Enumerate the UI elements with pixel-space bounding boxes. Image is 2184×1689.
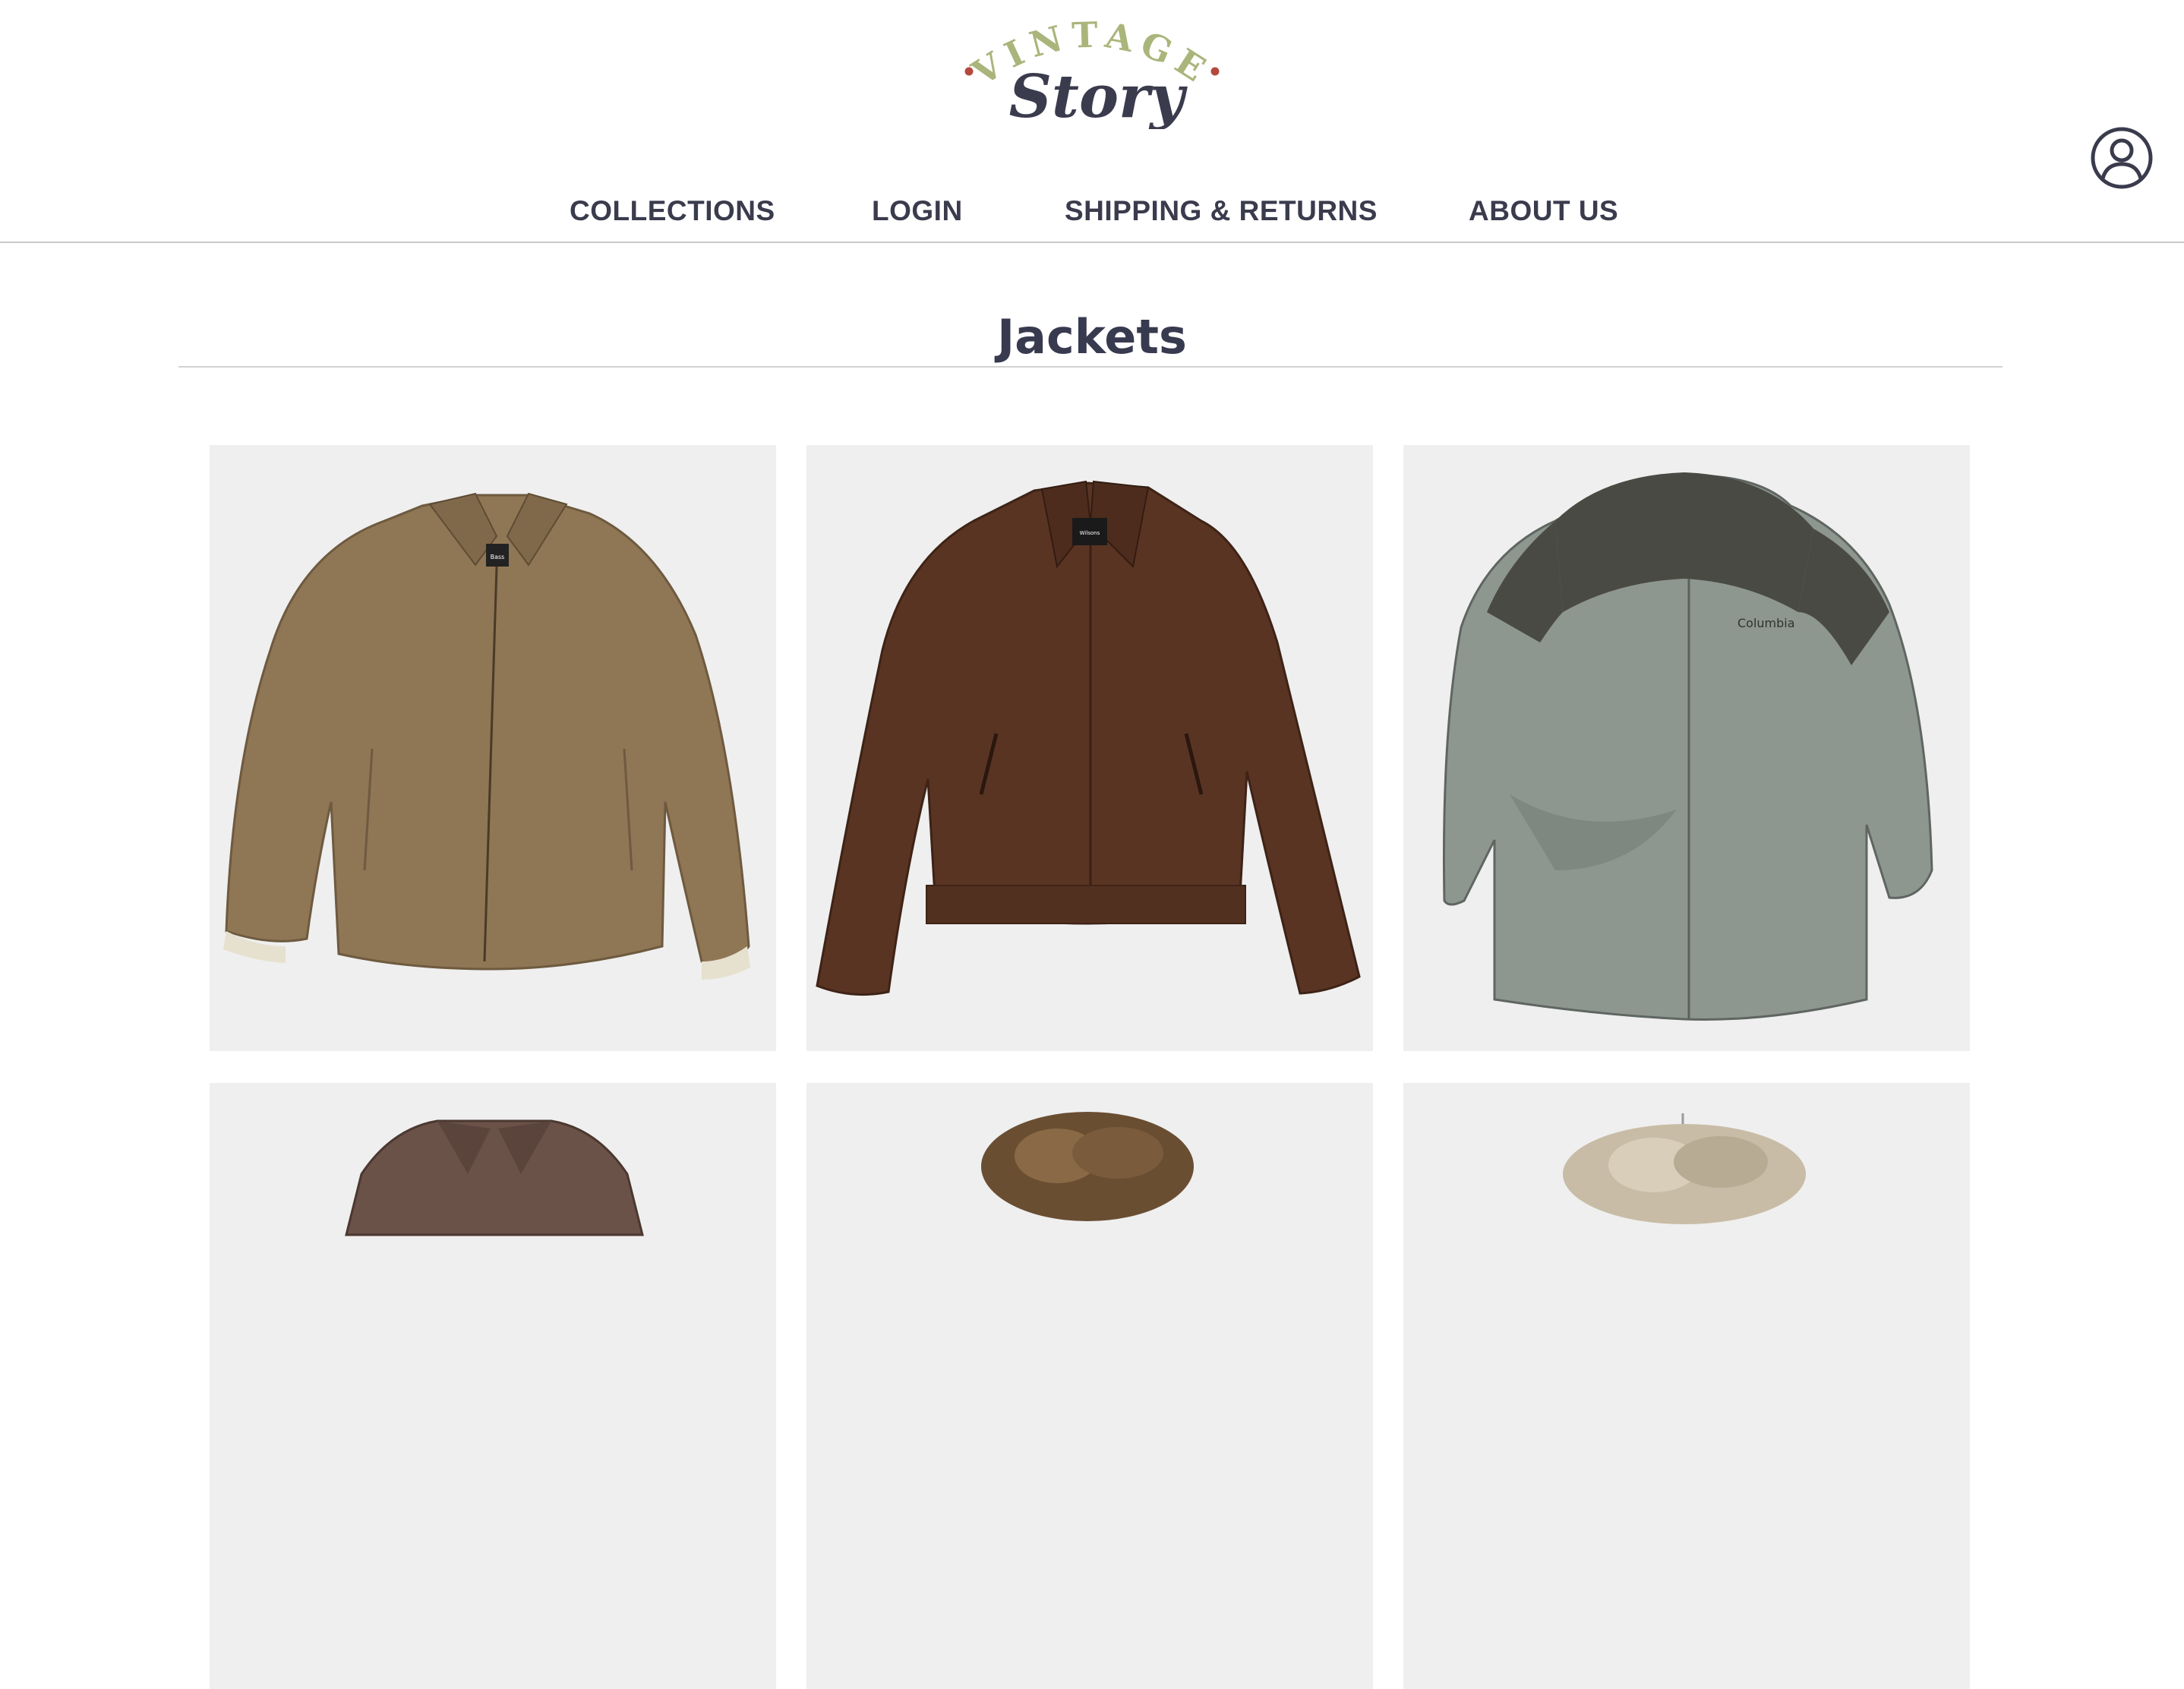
product-card-shearling-jacket[interactable] [1403, 1083, 1970, 1689]
title-divider [178, 366, 2003, 368]
tag-label: Wilsons [1080, 530, 1100, 536]
logo-story-text: Story [1009, 62, 1188, 129]
nav-collections[interactable]: COLLECTIONS [570, 190, 775, 232]
nav-login[interactable]: LOGIN [872, 190, 963, 232]
vintage-story-logo[interactable]: VINTAGE Story [955, 15, 1229, 129]
product-card-grey-rain-jacket[interactable]: Columbia [1403, 445, 1970, 1051]
nav-shipping-returns[interactable]: SHIPPING & RETURNS [1065, 190, 1378, 232]
product-image-fur-collar-jacket [981, 1112, 1194, 1221]
product-image-brown-suede-jacket: Wilsons [816, 480, 1361, 996]
product-card-tan-zip-jacket[interactable]: Bass [210, 445, 776, 1051]
product-image-brown-leather-jacket [345, 1119, 644, 1236]
product-image-shearling-jacket [1563, 1113, 1806, 1224]
nav-about-us[interactable]: ABOUT US [1469, 190, 1618, 232]
user-circle-icon[interactable] [2090, 126, 2154, 190]
tag-label: Columbia [1737, 616, 1795, 630]
product-image-tan-zip-jacket: Bass [223, 492, 750, 980]
main-nav: COLLECTIONS LOGIN SHIPPING & RETURNS ABO… [0, 190, 2184, 232]
page-title: Jackets [997, 308, 1187, 365]
product-image-grey-rain-jacket: Columbia [1442, 472, 1933, 1021]
product-card-brown-leather-jacket[interactable] [210, 1083, 776, 1689]
tag-label: Bass [491, 554, 505, 560]
product-card-fur-collar-jacket[interactable] [806, 1083, 1373, 1689]
product-card-brown-suede-jacket[interactable]: Wilsons [806, 445, 1373, 1051]
site-header: VINTAGE Story COLLECTIONS LOGIN SHIPPING… [0, 0, 2184, 243]
